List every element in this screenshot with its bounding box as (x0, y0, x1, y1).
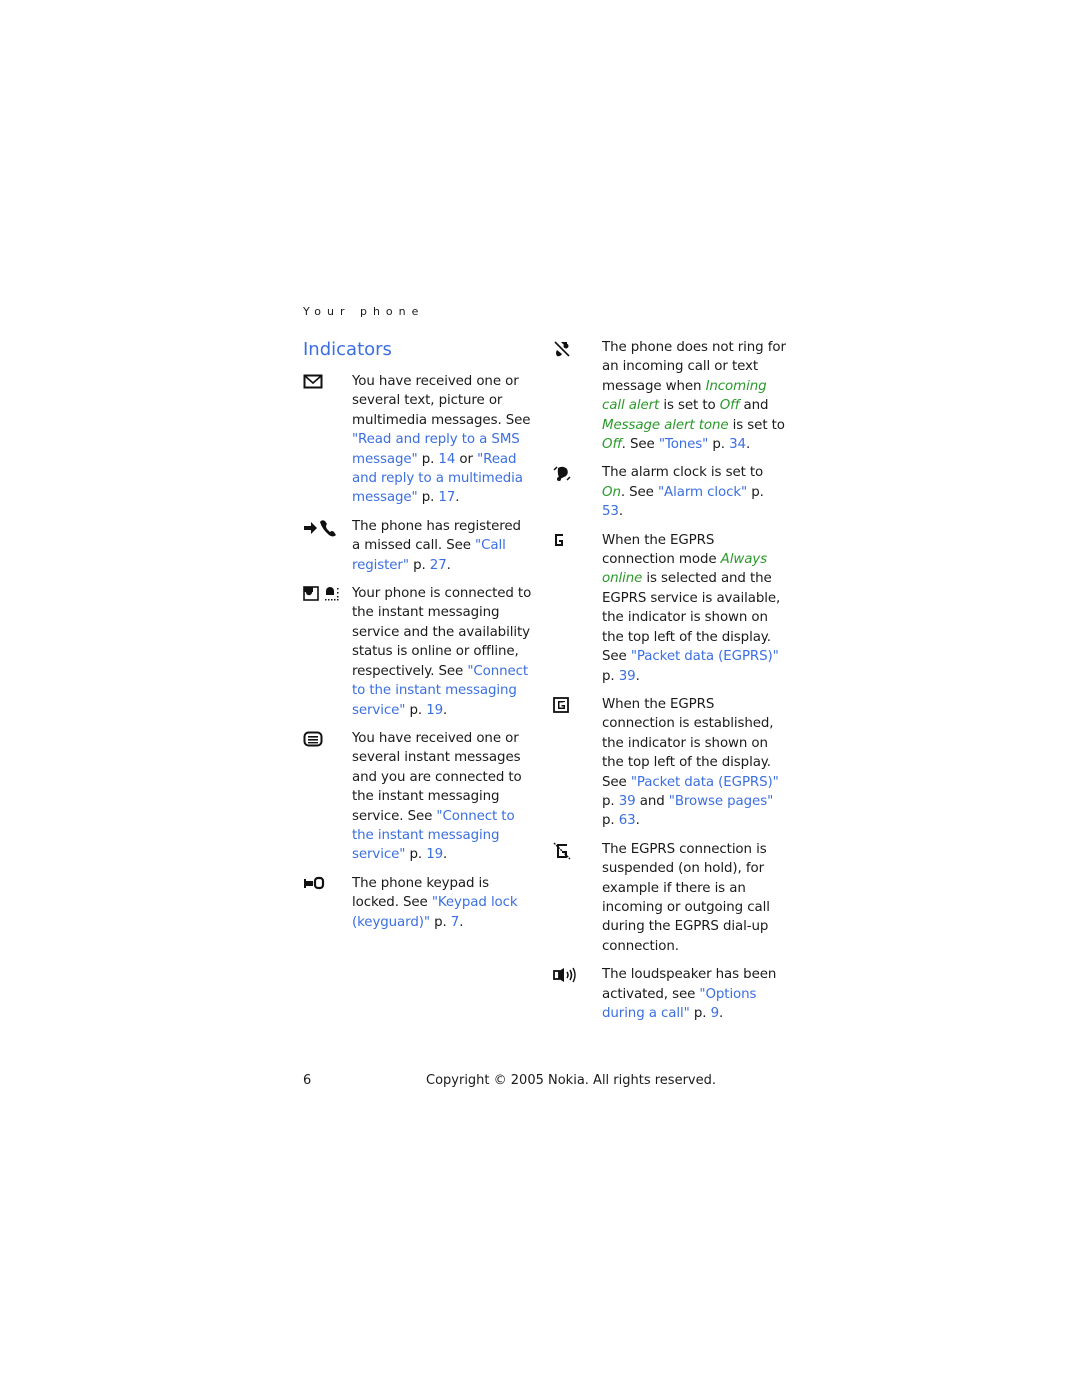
indicator-entry: The EGPRS connection is suspended (on ho… (553, 840, 788, 956)
body-text: . (718, 1006, 724, 1021)
body-text: p. (708, 437, 730, 453)
cross-reference-link[interactable]: 19 (426, 703, 443, 718)
egprs-available-icon (553, 531, 602, 551)
body-text: or (455, 451, 478, 467)
body-text: The EGPRS connection is suspended (on ho… (602, 841, 770, 954)
body-text: and (635, 793, 669, 809)
envelope-icon (303, 372, 352, 392)
page-number: 6 (303, 1073, 312, 1088)
body-text: p. (408, 557, 430, 573)
body-text: . (618, 504, 624, 520)
body-text: p. (429, 914, 451, 930)
cross-reference-link[interactable]: 7 (451, 915, 460, 930)
indicator-list-right: The phone does not ring for an incoming … (553, 338, 788, 1023)
cross-reference-link[interactable]: 39 (619, 794, 636, 809)
body-text: is set to (659, 398, 720, 414)
cross-reference-link[interactable]: "Packet data (EGPRS)" (631, 775, 779, 790)
body-text: . (635, 813, 640, 829)
alarm-clock-icon (553, 463, 602, 483)
indicator-description: The phone does not ring for an incoming … (602, 338, 788, 454)
loudspeaker-icon (553, 965, 602, 985)
indicator-entry: You have received one or several instant… (303, 729, 533, 865)
copyright-notice: Copyright © 2005 Nokia. All rights reser… (426, 1073, 716, 1088)
indicator-entry: Your phone is connected to the instant m… (303, 584, 533, 720)
indicator-description: The phone has registered a missed call. … (352, 517, 533, 575)
body-text: p. (689, 1006, 711, 1021)
menu-term: Off (602, 437, 622, 453)
body-text: . See (621, 437, 659, 453)
cross-reference-link[interactable]: "Browse pages" (669, 794, 773, 809)
running-head: Your phone (303, 305, 425, 318)
menu-term: Off (719, 398, 740, 414)
egprs-suspended-icon (553, 840, 602, 860)
cross-reference-link[interactable]: 63 (619, 813, 636, 828)
indicator-description: The alarm clock is set to On. See "Alarm… (602, 463, 788, 521)
body-text: p. (405, 847, 427, 863)
menu-term: Message alert tone (602, 417, 729, 433)
keypad-lock-icon (303, 874, 352, 894)
body-text: . (446, 557, 451, 573)
body-text: p. (747, 484, 764, 500)
cross-reference-link[interactable]: "Packet data (EGPRS)" (631, 649, 779, 664)
body-text: p. (602, 813, 619, 829)
body-text: The alarm clock is set to (602, 465, 764, 481)
indicator-entry: When the EGPRS connection mode Always on… (553, 531, 788, 686)
silent-icon (553, 338, 602, 358)
indicator-list-left: You have received one or several text, p… (303, 372, 533, 932)
body-text: p. (602, 668, 619, 684)
indicator-entry: You have received one or several text, p… (303, 372, 533, 508)
cross-reference-link[interactable]: 53 (602, 504, 619, 519)
cross-reference-link[interactable]: 9 (711, 1006, 720, 1021)
missed-call-icon (303, 517, 352, 537)
body-text: p. (417, 451, 439, 467)
indicator-entry: The phone has registered a missed call. … (303, 517, 533, 575)
menu-term: On (602, 484, 621, 500)
instant-message-icon (303, 729, 352, 749)
body-text: p. (602, 793, 619, 809)
cross-reference-link[interactable]: "Alarm clock" (658, 485, 747, 500)
body-text: . (635, 668, 640, 684)
indicator-description: You have received one or several instant… (352, 729, 533, 865)
body-text: p. (417, 490, 439, 506)
cross-reference-link[interactable]: 27 (430, 558, 447, 573)
cross-reference-link[interactable]: 39 (619, 669, 636, 684)
body-text: and (739, 398, 769, 414)
left-column: Indicators You have received one or seve… (303, 338, 533, 941)
right-column: The phone does not ring for an incoming … (553, 338, 788, 1032)
body-text: . (443, 847, 448, 863)
cross-reference-link[interactable]: "Tones" (659, 437, 709, 452)
cross-reference-link[interactable]: 17 (438, 490, 455, 505)
indicator-description: Your phone is connected to the instant m… (352, 584, 533, 720)
indicator-entry: When the EGPRS connection is established… (553, 695, 788, 831)
indicator-description: When the EGPRS connection mode Always on… (602, 531, 788, 686)
indicator-entry: The phone does not ring for an incoming … (553, 338, 788, 454)
body-text: . See (620, 484, 658, 500)
body-text: When the EGPRS connection mode (602, 532, 721, 568)
indicator-entry: The loudspeaker has been activated, see … (553, 965, 788, 1023)
indicator-description: The EGPRS connection is suspended (on ho… (602, 840, 788, 956)
indicator-entry: The phone keypad is locked. See "Keypad … (303, 874, 533, 932)
cross-reference-link[interactable]: 14 (438, 452, 455, 467)
cross-reference-link[interactable]: 19 (426, 847, 443, 862)
egprs-connected-icon (553, 695, 602, 715)
indicator-description: The loudspeaker has been activated, see … (602, 965, 788, 1023)
body-text: . (459, 914, 464, 930)
cross-reference-link[interactable]: 34 (729, 437, 746, 452)
body-text: . (745, 437, 751, 453)
body-text: . (443, 702, 448, 718)
section-title: Indicators (303, 339, 392, 360)
indicator-description: You have received one or several text, p… (352, 372, 533, 508)
indicator-entry: The alarm clock is set to On. See "Alarm… (553, 463, 788, 521)
body-text: is set to (728, 417, 785, 433)
body-text: You have received one or several text, p… (352, 374, 531, 428)
indicator-description: When the EGPRS connection is established… (602, 695, 788, 831)
im-online-offline-icon (303, 584, 352, 604)
indicator-description: The phone keypad is locked. See "Keypad … (352, 874, 533, 932)
body-text: p. (405, 702, 427, 718)
body-text: . (455, 490, 460, 506)
